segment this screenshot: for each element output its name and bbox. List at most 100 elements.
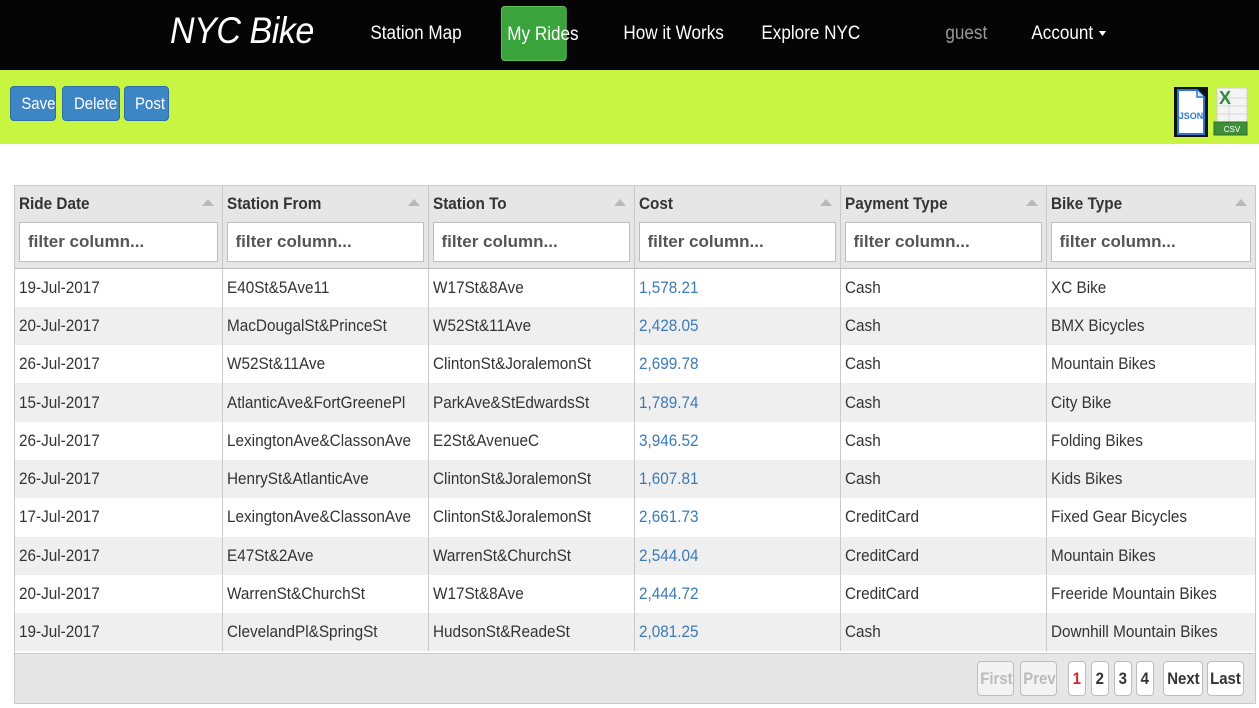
cell-text: XC Bike [1050, 277, 1106, 297]
table-row[interactable]: 15-Jul-2017 AtlanticAve&FortGreenePl ParkA… [15, 383, 1256, 422]
sort-arrow-icon[interactable] [201, 199, 214, 206]
pager-last-button[interactable]: Last [1207, 661, 1244, 696]
table-row[interactable]: 20-Jul-2017 WarrenSt&ChurchSt W17St&8Ave 2,… [15, 574, 1256, 614]
column-header-payment-type[interactable]: Payment Type [840, 186, 1047, 222]
table-body: 19-Jul-2017 E40St&5Ave11 W17St&8Ave 1,578.2… [15, 268, 1256, 652]
pager-page-4-label: 4 [1140, 669, 1150, 688]
table-row[interactable]: 26-Jul-2017 HenrySt&AtlanticAve ClintonSt&… [15, 459, 1256, 499]
sort-arrow-icon[interactable] [1234, 199, 1247, 206]
cell-text: 2,699.78 [638, 354, 699, 374]
delete-button[interactable]: Delete [62, 86, 120, 121]
nav-account-dropdown[interactable]: Account [1026, 6, 1111, 61]
cell-payment-type: CreditCard [840, 498, 1047, 537]
cell-cost[interactable]: 2,081.25 [634, 613, 841, 652]
cell-bike-type: City Bike [1046, 383, 1256, 422]
sort-arrow-icon[interactable] [613, 199, 626, 206]
table-row[interactable]: 26-Jul-2017 W52St&11Ave ClintonSt&Joralemo… [15, 345, 1256, 384]
cell-bike-type: Freeride Mountain Bikes [1046, 574, 1256, 614]
pager-next-button[interactable]: Next [1163, 661, 1203, 696]
cell-cost[interactable]: 1,789.74 [634, 383, 841, 422]
cell-text: Fixed Gear Bicycles [1050, 507, 1187, 527]
table-row[interactable]: 26-Jul-2017 E47St&2Ave WarrenSt&ChurchSt 2,… [15, 536, 1256, 575]
pager-page-4[interactable]: 4 [1136, 661, 1154, 696]
column-header-label: Station To [432, 194, 507, 213]
cell-cost[interactable]: 2,544.04 [634, 536, 841, 575]
column-header-bike-type[interactable]: Bike Type [1046, 186, 1256, 222]
cell-text: LexingtonAve&ClassonAve [226, 430, 411, 450]
filter-input-station-from[interactable] [226, 222, 424, 262]
cell-cost[interactable]: 2,661.73 [634, 498, 841, 537]
cell-cost[interactable]: 2,428.05 [634, 306, 841, 346]
pager-page-2[interactable]: 2 [1091, 661, 1109, 696]
cell-text: MacDougalSt&PrinceSt [226, 315, 387, 335]
sort-arrow-icon[interactable] [819, 199, 832, 206]
cell-text: 2,544.04 [638, 545, 699, 565]
column-header-label: Station From [226, 194, 321, 213]
cell-ride-date: 19-Jul-2017 [15, 268, 223, 307]
column-header-station-to[interactable]: Station To [428, 186, 635, 222]
cell-payment-type: Cash [840, 345, 1047, 384]
pager-last-label: Last [1210, 669, 1241, 688]
cell-text: W52St&11Ave [432, 315, 531, 335]
table-row[interactable]: 19-Jul-2017 E40St&5Ave11 W17St&8Ave 1,578.2… [15, 268, 1256, 307]
cell-station-from: W52St&11Ave [222, 345, 429, 384]
table-row[interactable]: 20-Jul-2017 MacDougalSt&PrinceSt W52St&11A… [15, 306, 1256, 346]
filter-input-station-to[interactable] [432, 222, 630, 262]
nav-how-it-works[interactable]: How it Works [618, 6, 729, 61]
cell-cost[interactable]: 2,444.72 [634, 574, 841, 614]
cell-bike-type: Mountain Bikes [1046, 536, 1256, 575]
rides-table: Ride Date Station From Station To Cost Payme… [14, 185, 1256, 704]
cell-text: W52St&11Ave [226, 354, 325, 374]
filter-cell [222, 222, 429, 269]
pager-page-3-label: 3 [1118, 669, 1128, 688]
action-toolbar: Save Delete Post JSON X CSV [0, 70, 1259, 144]
column-header-label: Cost [638, 194, 673, 213]
sort-arrow-icon[interactable] [1025, 199, 1038, 206]
filter-input-payment-type[interactable] [844, 222, 1042, 262]
nav-station-map[interactable]: Station Map [365, 6, 467, 61]
cell-station-to: W17St&8Ave [428, 574, 635, 614]
nav-my-rides[interactable]: My Rides [501, 6, 579, 61]
cell-cost[interactable]: 2,699.78 [634, 345, 841, 384]
cell-text: W17St&8Ave [432, 584, 524, 604]
table-row[interactable]: 19-Jul-2017 ClevelandPl&SpringSt HudsonSt&… [15, 613, 1256, 652]
post-button[interactable]: Post [124, 86, 169, 121]
cell-text: AtlanticAve&FortGreenePl [226, 392, 405, 412]
pager-next-label: Next [1166, 669, 1200, 688]
sort-arrow-icon[interactable] [407, 199, 420, 206]
column-header-cost[interactable]: Cost [634, 186, 841, 222]
column-header-ride-date[interactable]: Ride Date [15, 186, 223, 222]
json-export-icon[interactable]: JSON [1173, 86, 1209, 138]
cell-station-to: HudsonSt&ReadeSt [428, 613, 635, 652]
filter-input-cost[interactable] [638, 222, 836, 262]
csv-icon-text: CSV [1224, 125, 1241, 134]
cell-ride-date: 15-Jul-2017 [15, 383, 223, 422]
table-row[interactable]: 17-Jul-2017 LexingtonAve&ClassonAve Clinto… [15, 498, 1256, 537]
cell-cost[interactable]: 1,607.81 [634, 459, 841, 499]
filter-input-ride-date[interactable] [19, 222, 218, 262]
csv-export-icon[interactable]: X CSV [1211, 84, 1249, 138]
column-header-station-from[interactable]: Station From [222, 186, 429, 222]
cell-cost[interactable]: 3,946.52 [634, 421, 841, 460]
cell-text: Downhill Mountain Bikes [1050, 622, 1218, 642]
save-button-label: Save [21, 94, 56, 113]
cell-text: WarrenSt&ChurchSt [432, 545, 571, 565]
pager-page-3[interactable]: 3 [1114, 661, 1132, 696]
table-row[interactable]: 26-Jul-2017 LexingtonAve&ClassonAve E2St&A… [15, 421, 1256, 460]
pager-first-button[interactable]: First [977, 661, 1014, 696]
cell-ride-date: 26-Jul-2017 [15, 459, 223, 499]
cell-text: 20-Jul-2017 [19, 315, 100, 335]
cell-payment-type: Cash [840, 268, 1047, 307]
pager-page-1[interactable]: 1 [1068, 661, 1086, 696]
cell-bike-type: Downhill Mountain Bikes [1046, 613, 1256, 652]
cell-ride-date: 26-Jul-2017 [15, 536, 223, 575]
brand-logo[interactable]: NYC Bike [170, 10, 314, 52]
cell-cost[interactable]: 1,578.21 [634, 268, 841, 307]
cell-text: E2St&AvenueC [432, 430, 539, 450]
cell-text: 2,444.72 [638, 584, 699, 604]
save-button[interactable]: Save [10, 86, 56, 121]
nav-explore-nyc[interactable]: Explore NYC [756, 6, 866, 61]
filter-input-bike-type[interactable] [1050, 222, 1251, 262]
pager-prev-button[interactable]: Prev [1020, 661, 1057, 696]
cell-text: 26-Jul-2017 [19, 469, 100, 489]
